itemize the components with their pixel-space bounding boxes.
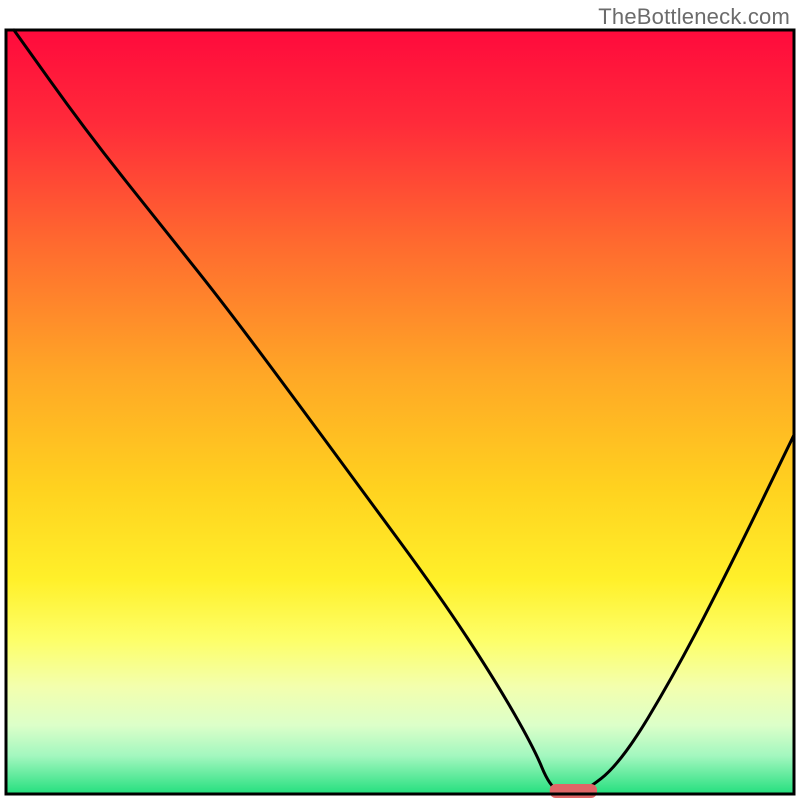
plot-area <box>6 30 794 798</box>
gradient-background <box>6 30 794 794</box>
watermark-label: TheBottleneck.com <box>598 4 790 30</box>
chart-stage: TheBottleneck.com <box>0 0 800 800</box>
optimal-zone-marker <box>550 784 597 798</box>
bottleneck-chart-svg <box>0 0 800 800</box>
